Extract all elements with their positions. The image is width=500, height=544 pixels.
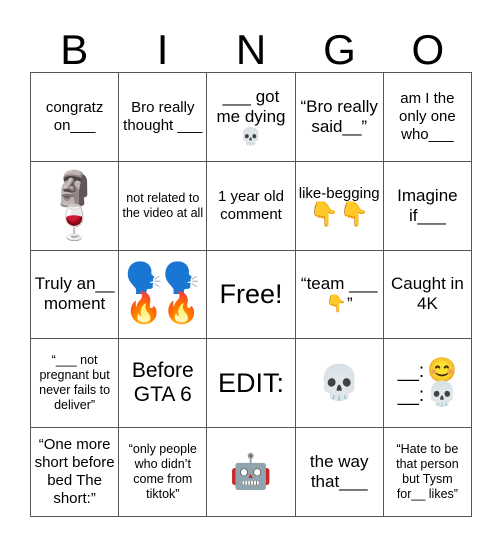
bingo-cell-r4-c4[interactable]: 💀 [295,339,384,429]
bingo-cell-r2-c2[interactable]: not related to the video at all [119,161,208,251]
bingo-cell-r1-c4[interactable]: “Bro really said__” [295,73,384,162]
emoji-icon: 💀 [318,364,361,403]
bingo-cell-text: Free! [219,279,283,310]
blank-label: __: [397,385,425,407]
bingo-header-letter-i: I [156,26,169,73]
bingo-cell-text: Caught in 4K [391,274,464,314]
bingo-cell-r1-c2[interactable]: Bro really thought ___ [119,73,208,162]
emoji-icon: 💀 [427,381,458,409]
blank-emoji-pair: __: 💀 [398,383,457,407]
bingo-cell-r2-c4[interactable]: like-begging 👇👇 [295,161,384,251]
emoji-icon: 🗣️ [162,262,201,296]
bingo-cell-text: “Bro really said__” [300,96,378,136]
blank-emoji-pair: __: 😊 [398,359,457,383]
bingo-header-row: B I N G O [30,16,472,72]
bingo-cell-r3-c2[interactable]: 🗣️ 🗣️ 🔥 🔥 [119,250,208,340]
bingo-header-letter-o: O [411,26,445,73]
bingo-header-letter-n: N [235,26,267,73]
emoji-row: 👇👇 [309,200,370,228]
emoji-stack: 🗿 🍷 [53,172,95,240]
bingo-cell-r2-c5[interactable]: Imagine if___ [383,161,472,251]
emoji-icon: 🔥 [162,292,201,326]
bingo-cell-r5-c5[interactable]: “Hate to be that person but Tysm for__ l… [383,428,472,517]
bingo-cell-text: “Hate to be that person but Tysm for__ l… [396,442,459,502]
blank-label: __: [397,361,425,383]
bingo-cell-r3-c5[interactable]: Caught in 4K [383,250,472,340]
bingo-cell-text: “team ___👇” [300,274,378,314]
bingo-cell-r5-c1[interactable]: “One more short before bed The short:” [31,428,120,517]
emoji-icon: 🗣️ [125,262,163,296]
bingo-cell-text: Bro really thought ___ [123,98,203,134]
emoji-row: 🗣️ 🗣️ [125,264,200,294]
bingo-cell-r1-c1[interactable]: congratz on___ [31,73,120,162]
bingo-cell-r2-c3[interactable]: 1 year old comment [207,161,296,251]
bingo-cell-text: “___ not pregnant but never fails to del… [39,353,111,413]
emoji-icon: 🗿 [53,169,96,208]
bingo-cell-text: am I the only one who___ [399,89,456,143]
emoji-icon: 🤖 [229,453,273,492]
bingo-cell-text: Truly an__ moment [34,274,115,314]
bingo-header-letter-b: B [60,26,89,73]
bingo-cell-r5-c4[interactable]: the way that___ [295,428,384,517]
bingo-cell-r5-c3[interactable]: 🤖 [207,428,296,517]
bingo-cell-text: congratz on___ [45,98,104,134]
bingo-cell-text: EDIT: [217,368,284,399]
bingo-cell-r4-c3[interactable]: EDIT: [207,339,296,429]
bingo-cell-r3-c3[interactable]: Free! [207,250,296,340]
bingo-cell-text: 1 year old comment [218,187,284,223]
bingo-cell-text: Imagine if___ [397,185,458,225]
emoji-icon: 🔥 [125,292,163,326]
bingo-cell-r3-c1[interactable]: Truly an__ moment [31,250,120,340]
bingo-cell-text: ___ got me dying 💀 [216,86,286,146]
bingo-cell-r3-c4[interactable]: “team ___👇” [295,250,384,340]
bingo-cell-r4-c2[interactable]: Before GTA 6 [119,339,208,429]
bingo-cell-text: Before GTA 6 [131,359,194,407]
bingo-cell-r1-c5[interactable]: am I the only one who___ [383,73,472,162]
emoji-row: 🔥 🔥 [125,294,200,324]
bingo-cell-r4-c5[interactable]: __: 😊 __: 💀 [383,339,472,429]
bingo-cell-text: the way that___ [309,452,369,492]
bingo-cell-r4-c1[interactable]: “___ not pregnant but never fails to del… [31,339,120,429]
blank-emoji-pairs: __: 😊 __: 💀 [398,359,457,407]
bingo-cell-r1-c3[interactable]: ___ got me dying 💀 [207,73,296,162]
bingo-cell-r5-c2[interactable]: “only people who didn’t come from tiktok… [119,428,208,517]
emoji-grid: 🗣️ 🗣️ 🔥 🔥 [125,264,200,324]
bingo-cell-text: “only people who didn’t come from tiktok… [128,442,197,502]
bingo-grid: congratz on___ Bro really thought ___ ___ … [30,72,472,517]
bingo-header-letter-g: G [323,26,356,73]
emoji-icon: 😊 [427,357,458,385]
bingo-cell-text: like-begging [298,184,380,202]
bingo-cell-text: “One more short before bed The short:” [34,436,115,508]
emoji-icon: 🍷 [53,203,96,242]
bingo-cell-r2-c1[interactable]: 🗿 🍷 [31,161,120,251]
bingo-cell-text: not related to the video at all [122,190,204,220]
bingo-card: B I N G O congratz on___ Bro really thoug… [0,0,500,544]
